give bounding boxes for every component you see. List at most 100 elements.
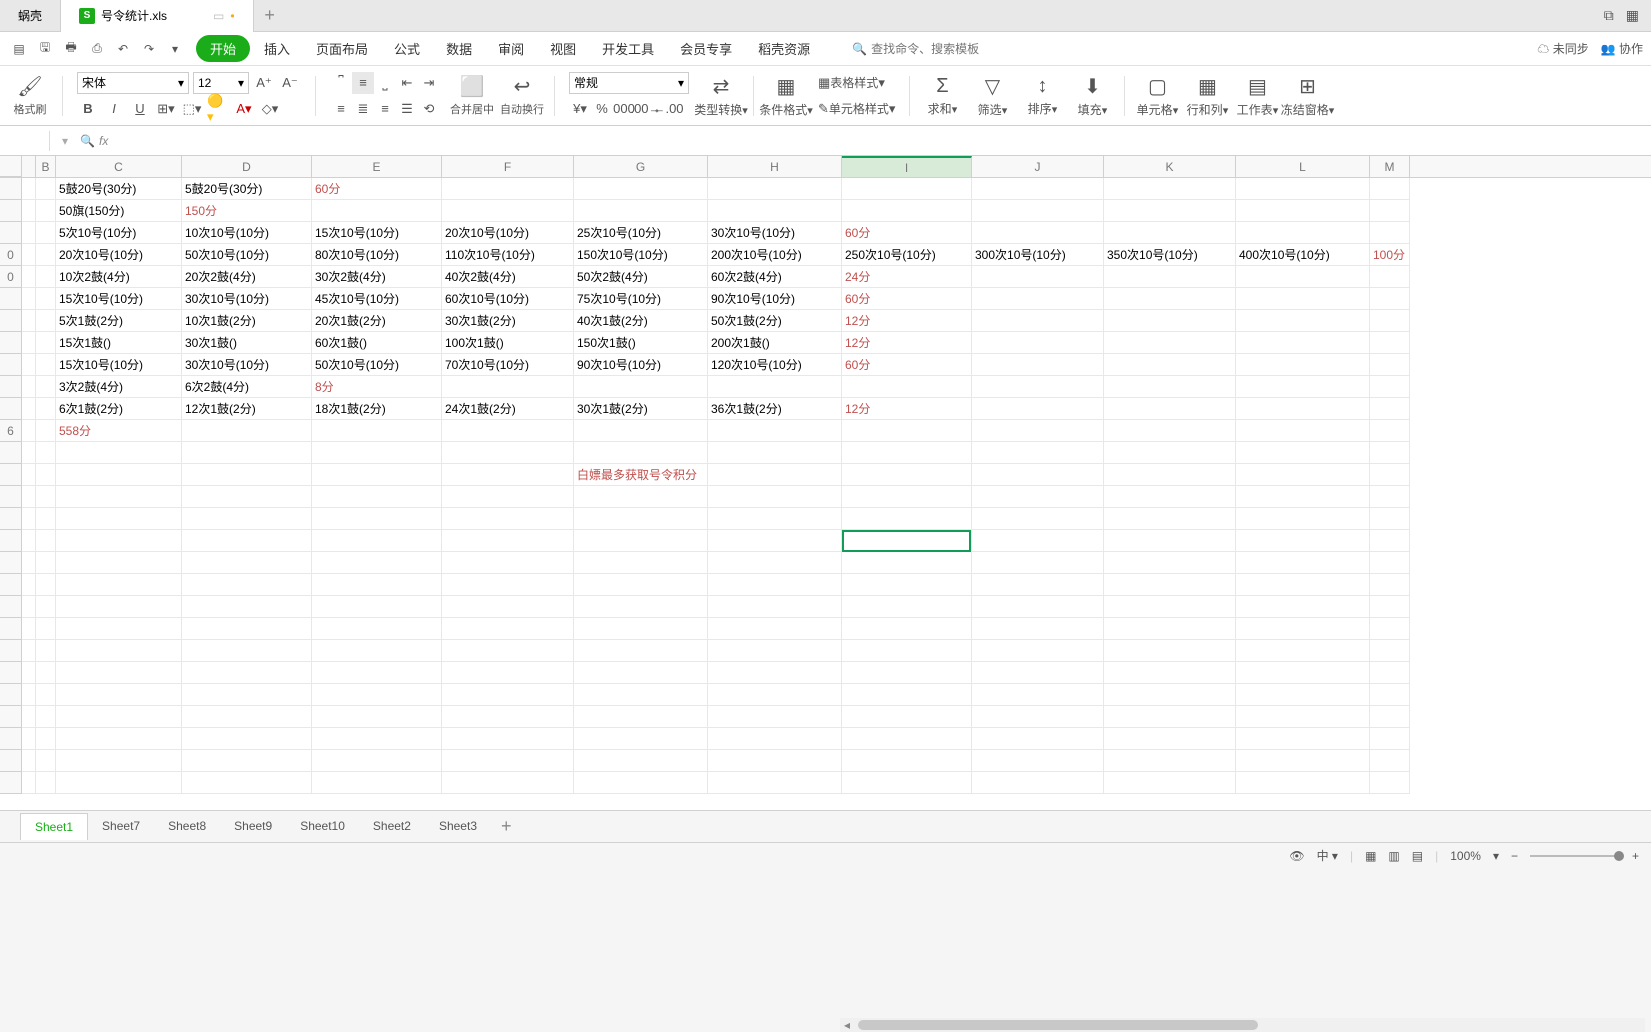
cell-E[interactable] [312, 420, 442, 442]
cell-D[interactable]: 5鼓20号(30分) [182, 178, 312, 200]
cell-J[interactable] [972, 508, 1104, 530]
row-number[interactable] [0, 376, 22, 398]
row-number[interactable] [0, 574, 22, 596]
cell-K[interactable] [1104, 684, 1236, 706]
cell-E[interactable]: 80次10号(10分) [312, 244, 442, 266]
currency-icon[interactable]: ¥▾ [569, 98, 591, 120]
cell-D[interactable] [182, 618, 312, 640]
cell-J[interactable] [972, 442, 1104, 464]
cell-B[interactable] [36, 376, 56, 398]
cell-L[interactable] [1236, 728, 1370, 750]
cell-H[interactable] [708, 552, 842, 574]
cell-I[interactable] [842, 420, 972, 442]
cell-M[interactable] [1370, 728, 1410, 750]
cell-L[interactable] [1236, 420, 1370, 442]
row-number[interactable]: 0 [0, 266, 22, 288]
sort-button[interactable]: ↕排序▾ [1020, 75, 1064, 117]
cell-M[interactable] [1370, 266, 1410, 288]
cell-H[interactable] [708, 596, 842, 618]
cell-D[interactable]: 50次10号(10分) [182, 244, 312, 266]
cell-H[interactable]: 90次10号(10分) [708, 288, 842, 310]
cell-A[interactable] [22, 222, 36, 244]
cell-H[interactable]: 50次1鼓(2分) [708, 310, 842, 332]
cell-F[interactable] [442, 684, 574, 706]
cell-M[interactable] [1370, 222, 1410, 244]
cell-I[interactable]: 12分 [842, 310, 972, 332]
cell-C[interactable] [56, 684, 182, 706]
cell-K[interactable] [1104, 508, 1236, 530]
cell-M[interactable] [1370, 530, 1410, 552]
cell-J[interactable] [972, 574, 1104, 596]
undo-icon[interactable]: ↶ [112, 38, 134, 60]
single-window-icon[interactable]: ⧉ [1604, 7, 1614, 24]
cell-M[interactable] [1370, 398, 1410, 420]
sheet-tab-Sheet10[interactable]: Sheet10 [286, 813, 359, 840]
cell-K[interactable] [1104, 552, 1236, 574]
clear-format-button[interactable]: ◇▾ [259, 98, 281, 120]
cell-F[interactable] [442, 552, 574, 574]
increase-indent-icon[interactable]: ⇥ [418, 72, 440, 94]
cell-E[interactable] [312, 530, 442, 552]
cell-I[interactable] [842, 200, 972, 222]
cell-M[interactable] [1370, 772, 1410, 794]
row-number[interactable] [0, 772, 22, 794]
cell-H[interactable]: 60次2鼓(4分) [708, 266, 842, 288]
print-preview-icon[interactable]: ⎙ [86, 38, 108, 60]
cell-M[interactable] [1370, 574, 1410, 596]
row-number[interactable] [0, 288, 22, 310]
cell-A[interactable] [22, 398, 36, 420]
cell-C[interactable]: 558分 [56, 420, 182, 442]
menu-item-2[interactable]: 页面布局 [304, 35, 380, 62]
wrap-text-button[interactable]: ↩ 自动换行 [500, 74, 544, 117]
cell-J[interactable] [972, 288, 1104, 310]
align-right-icon[interactable]: ≡ [374, 98, 396, 120]
cell-H[interactable] [708, 420, 842, 442]
cell-E[interactable] [312, 684, 442, 706]
cell-J[interactable] [972, 486, 1104, 508]
font-size-select[interactable]: 12▾ [193, 72, 249, 94]
cell-D[interactable] [182, 596, 312, 618]
page-layout-view-icon[interactable]: ▥ [1388, 849, 1399, 863]
cell-L[interactable] [1236, 684, 1370, 706]
cell-M[interactable] [1370, 684, 1410, 706]
cell-B[interactable] [36, 200, 56, 222]
cell-M[interactable] [1370, 376, 1410, 398]
decrease-decimal-icon[interactable]: ←.00 [657, 98, 679, 120]
cell-J[interactable] [972, 640, 1104, 662]
type-convert-button[interactable]: ⇄ 类型转换▾ [699, 74, 743, 118]
cell-A[interactable] [22, 464, 36, 486]
cell-L[interactable] [1236, 178, 1370, 200]
filter-button[interactable]: ▽筛选▾ [970, 74, 1014, 118]
cell-D[interactable] [182, 442, 312, 464]
cell-D[interactable] [182, 464, 312, 486]
row-number[interactable] [0, 486, 22, 508]
cell-L[interactable] [1236, 200, 1370, 222]
cell-B[interactable] [36, 420, 56, 442]
cell-M[interactable] [1370, 464, 1410, 486]
cell-C[interactable] [56, 464, 182, 486]
cell-A[interactable] [22, 640, 36, 662]
sheet-tab-Sheet1[interactable]: Sheet1 [20, 813, 88, 840]
cell-F[interactable]: 40次2鼓(4分) [442, 266, 574, 288]
cell-K[interactable] [1104, 706, 1236, 728]
cell-D[interactable]: 30次10号(10分) [182, 354, 312, 376]
cell-J[interactable] [972, 684, 1104, 706]
cell-B[interactable] [36, 530, 56, 552]
percent-icon[interactable]: % [591, 98, 613, 120]
cell-J[interactable] [972, 552, 1104, 574]
cell-D[interactable] [182, 486, 312, 508]
cell-L[interactable] [1236, 750, 1370, 772]
cell-M[interactable] [1370, 354, 1410, 376]
cell-H[interactable]: 30次10号(10分) [708, 222, 842, 244]
cell-J[interactable] [972, 420, 1104, 442]
cell-L[interactable] [1236, 354, 1370, 376]
cell-G[interactable]: 150次1鼓() [574, 332, 708, 354]
cell-C[interactable]: 5次1鼓(2分) [56, 310, 182, 332]
cell-L[interactable] [1236, 288, 1370, 310]
cell-H[interactable] [708, 530, 842, 552]
cell-E[interactable] [312, 486, 442, 508]
cell-E[interactable] [312, 618, 442, 640]
cell-I[interactable] [842, 530, 972, 552]
cell-L[interactable] [1236, 530, 1370, 552]
cell-H[interactable]: 120次10号(10分) [708, 354, 842, 376]
